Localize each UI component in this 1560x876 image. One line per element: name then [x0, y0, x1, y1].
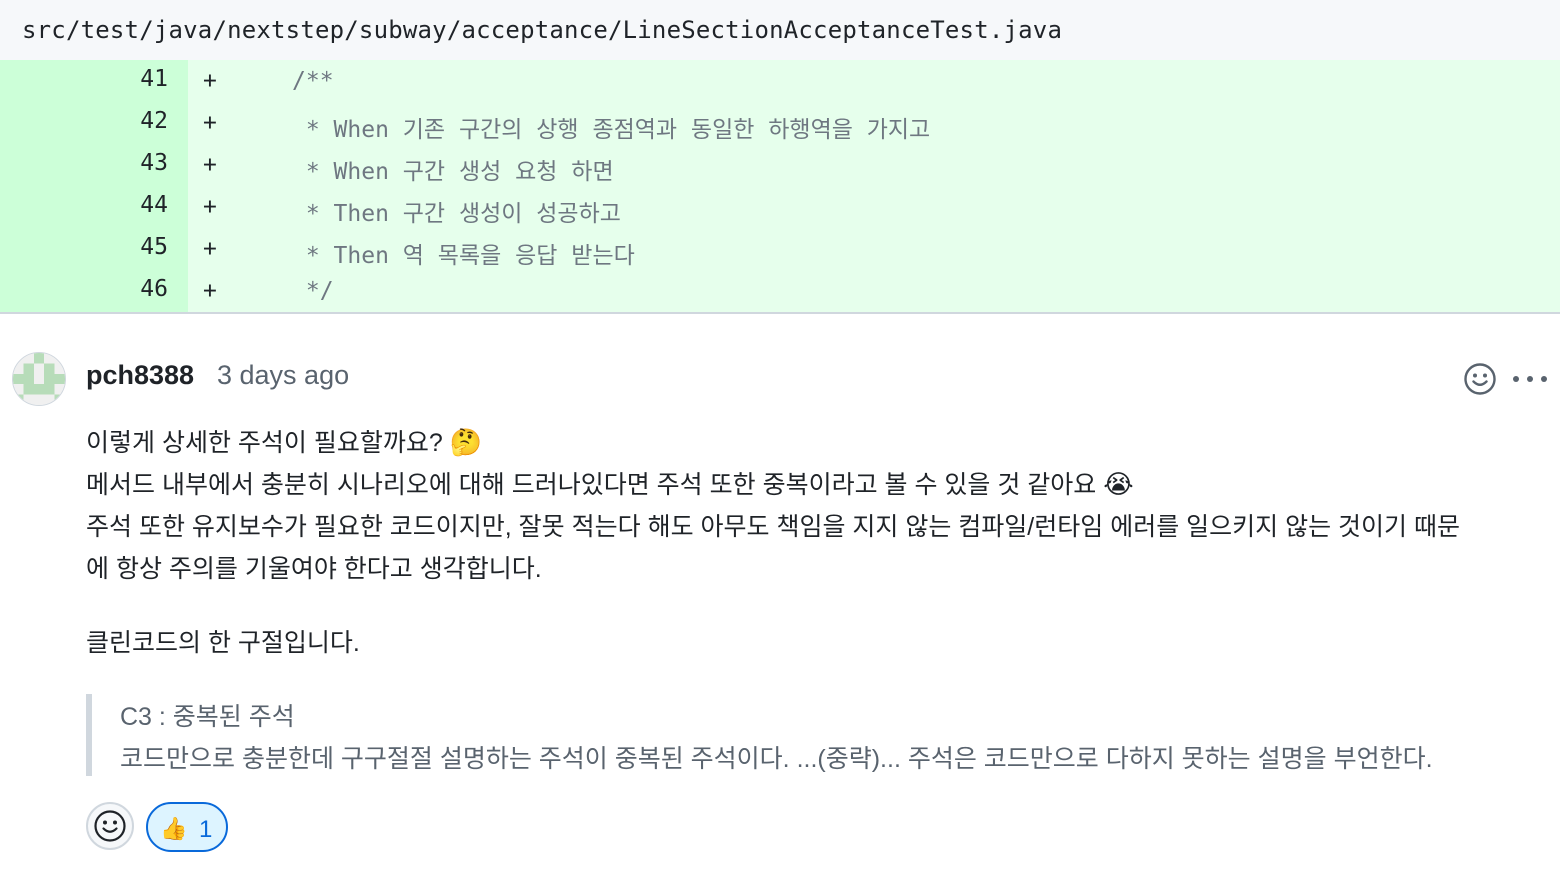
line-number-text: 44 — [140, 192, 168, 218]
identicon-icon — [13, 353, 65, 405]
avatar[interactable] — [12, 352, 66, 406]
thumbs-up-icon: 👍 — [160, 816, 188, 841]
code-text: * When 기존 구간의 상행 종점역과 동일한 하행역을 가지고 — [292, 117, 931, 143]
comment-text: 메서드 내부에서 충분히 시나리오에 대해 드러나있다면 주석 또한 중복이라고… — [86, 471, 1097, 499]
code-text: */ — [292, 278, 334, 304]
line-number[interactable]: 42 — [0, 102, 188, 144]
code-text: * Then 역 목록을 응답 받는다 — [292, 243, 635, 269]
thinking-emoji: 🤔 — [449, 427, 483, 457]
line-number[interactable]: 45 — [0, 228, 188, 270]
crying-emoji: 😭 — [1103, 469, 1134, 499]
comment-body-line: 메서드 내부에서 충분히 시나리오에 대해 드러나있다면 주석 또한 중복이라고… — [86, 465, 1134, 501]
line-number-text: 42 — [140, 108, 168, 134]
comment-options-button[interactable] — [1510, 362, 1550, 396]
blockquote-bar — [86, 694, 92, 776]
diff-line: 42 + * When 기존 구간의 상행 종점역과 동일한 하행역을 가지고 — [0, 102, 1560, 144]
add-reaction-button[interactable] — [1463, 362, 1497, 396]
line-number[interactable]: 44 — [0, 186, 188, 228]
comment-body-line: 이렇게 상세한 주석이 필요할까요? 🤔 — [86, 423, 482, 459]
smiley-icon — [94, 810, 126, 842]
line-number-text: 46 — [140, 276, 168, 302]
diff-add-marker: + — [203, 236, 217, 262]
comment-body-line: 에 항상 주의를 기울여야 한다고 생각합니다. — [86, 555, 542, 583]
diff-add-marker: + — [203, 194, 217, 220]
comment-author[interactable]: pch8388 — [86, 360, 194, 391]
line-number[interactable]: 43 — [0, 144, 188, 186]
diff-add-marker: + — [203, 68, 217, 94]
line-number-text: 45 — [140, 234, 168, 260]
diff-line: 44 + * Then 구간 생성이 성공하고 — [0, 186, 1560, 228]
thumbs-up-reaction-button[interactable]: 👍 1 — [146, 802, 228, 852]
code-text: /** — [292, 68, 334, 94]
line-number-text: 43 — [140, 150, 168, 176]
diff-add-marker: + — [203, 278, 217, 304]
comment-body-line: 클린코드의 한 구절입니다. — [86, 629, 360, 657]
blockquote-line: 코드만으로 충분한데 구구절절 설명하는 주석이 중복된 주석이다. ...(중… — [120, 745, 1433, 773]
diff-add-marker: + — [203, 152, 217, 178]
line-number[interactable]: 41 — [0, 60, 188, 102]
reaction-count: 1 — [199, 816, 213, 843]
file-path[interactable]: src/test/java/nextstep/subway/acceptance… — [22, 16, 1062, 44]
diff-line: 46 + */ — [0, 270, 1560, 312]
code-text: * When 구간 생성 요청 하면 — [292, 159, 614, 185]
kebab-horizontal-icon — [1513, 376, 1547, 382]
line-number[interactable]: 46 — [0, 270, 188, 312]
add-reaction-button[interactable] — [86, 802, 134, 850]
file-header: src/test/java/nextstep/subway/acceptance… — [0, 0, 1560, 60]
blockquote-line: C3 : 중복된 주석 — [120, 703, 295, 731]
smiley-icon — [1464, 363, 1496, 395]
comment-body-line: 주석 또한 유지보수가 필요한 코드이지만, 잘못 적는다 해도 아무도 책임을… — [86, 513, 1460, 541]
diff-line: 45 + * Then 역 목록을 응답 받는다 — [0, 228, 1560, 270]
diff-add-marker: + — [203, 110, 217, 136]
code-text: * Then 구간 생성이 성공하고 — [292, 201, 621, 227]
diff-hunk: 41 + /** 42 + * When 기존 구간의 상행 종점역과 동일한 … — [0, 60, 1560, 314]
diff-line: 41 + /** — [0, 60, 1560, 102]
line-number-text: 41 — [140, 66, 168, 92]
diff-line: 43 + * When 구간 생성 요청 하면 — [0, 144, 1560, 186]
comment-text: 이렇게 상세한 주석이 필요할까요? — [86, 429, 443, 457]
comment-timestamp[interactable]: 3 days ago — [217, 360, 349, 391]
